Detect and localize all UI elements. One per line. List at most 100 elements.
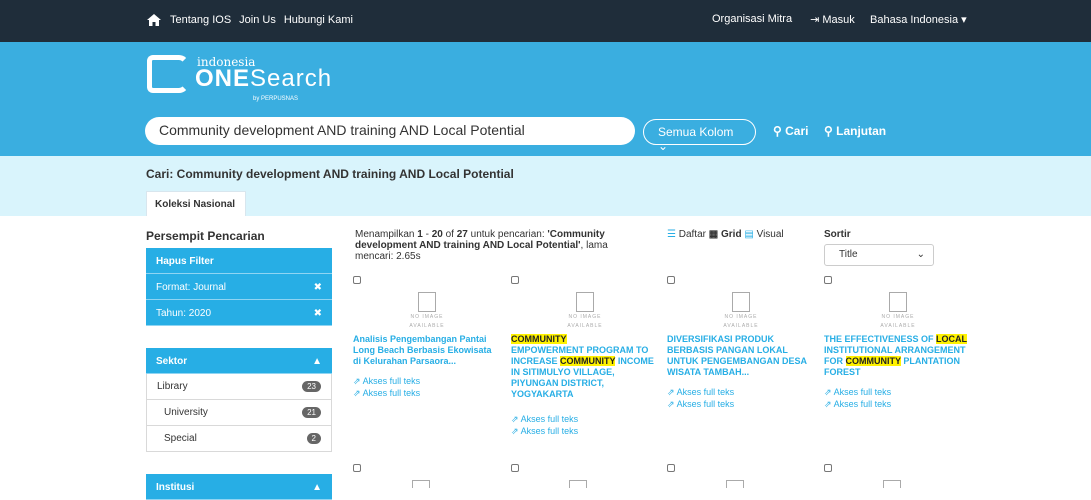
full-text-link[interactable]: ⇗ Akses full teks xyxy=(353,387,501,399)
select-checkbox[interactable] xyxy=(824,276,832,284)
result-card: NO IMAGE AVAILABLE Analisis Pengembangan … xyxy=(353,276,501,399)
clear-filter-button[interactable]: Hapus Filter xyxy=(146,248,332,274)
count-badge: 21 xyxy=(302,407,321,418)
result-card: NO IMAGE AVAILABLE THE EFFECTIVENESS OF L… xyxy=(824,276,972,410)
full-text-link[interactable]: ⇗ Akses full teks xyxy=(667,398,815,410)
grid-view-button[interactable]: ▦ Grid xyxy=(709,229,742,240)
sort-label: Sortir xyxy=(824,229,851,240)
query-title: Cari: Community development AND training… xyxy=(146,167,514,181)
sort-select-value: Title xyxy=(839,249,858,260)
logo-mark xyxy=(147,55,189,93)
tab-koleksi-nasional[interactable]: Koleksi Nasional xyxy=(146,191,246,216)
chevron-down-icon: ⌄ xyxy=(658,139,669,153)
no-image-placeholder: NO IMAGE AVAILABLE xyxy=(555,292,615,330)
visual-view-button[interactable]: ▤ Visual xyxy=(744,229,783,240)
count-badge: 23 xyxy=(302,381,321,392)
select-checkbox[interactable] xyxy=(667,464,675,472)
full-text-link[interactable]: ⇗ Akses full teks xyxy=(667,386,815,398)
external-link-icon: ⇗ xyxy=(824,387,832,397)
list-view-button[interactable]: ☰ Daftar xyxy=(667,229,706,240)
sidebar-heading: Persempit Pencarian xyxy=(146,229,265,243)
select-checkbox[interactable] xyxy=(511,464,519,472)
home-icon[interactable] xyxy=(146,13,162,27)
column-select[interactable]: Semua Kolom ⌄ xyxy=(643,119,756,153)
zoom-icon: ⚲ xyxy=(824,124,833,138)
login-icon: ⇥ xyxy=(810,14,820,26)
results-summary: Menampilkan 1 - 20 of 27 untuk pencarian… xyxy=(355,229,608,262)
no-image-placeholder: NO IMAGE AVAILABLE xyxy=(868,292,928,330)
login-link[interactable]: ⇥ Masuk xyxy=(810,13,855,26)
select-checkbox[interactable] xyxy=(353,464,361,472)
external-link-icon: ⇗ xyxy=(511,414,519,424)
login-label: Masuk xyxy=(822,14,855,26)
document-icon xyxy=(732,292,750,312)
advanced-search-button[interactable]: ⚲ Lanjutan xyxy=(824,124,886,138)
full-text-link[interactable]: ⇗ Akses full teks xyxy=(511,413,659,425)
facet-item-university[interactable]: University 21 xyxy=(146,400,332,426)
full-text-link[interactable]: ⇗ Akses full teks xyxy=(511,425,659,437)
logo-main-text: ONESearch xyxy=(195,65,333,92)
facet-title: Sektor xyxy=(156,356,188,367)
external-link-icon: ⇗ xyxy=(353,388,361,398)
result-title[interactable]: COMMUNITY EMPOWERMENT PROGRAM TO INCREASE… xyxy=(511,334,659,400)
site-logo[interactable]: indonesia ONESearch by PERPUSNAS xyxy=(147,53,337,105)
document-icon xyxy=(412,480,430,488)
search-button[interactable]: ⚲ Cari xyxy=(773,124,808,138)
facet-item-library[interactable]: Library 23 xyxy=(146,374,332,400)
links: ⇗ Akses full teks ⇗ Akses full teks xyxy=(824,386,972,410)
facet-title: Institusi xyxy=(156,482,195,493)
select-checkbox[interactable] xyxy=(667,276,675,284)
nav-link-partners[interactable]: Organisasi Mitra xyxy=(712,13,792,26)
links: ⇗ Akses full teks ⇗ Akses full teks xyxy=(667,386,815,410)
full-text-link[interactable]: ⇗ Akses full teks xyxy=(353,375,501,387)
full-text-link[interactable]: ⇗ Akses full teks xyxy=(824,398,972,410)
select-checkbox[interactable] xyxy=(824,464,832,472)
column-select-label: Semua Kolom xyxy=(658,125,734,139)
filter-item-year[interactable]: Tahun: 2020 ✖ xyxy=(146,300,332,326)
result-title[interactable]: Analisis Pengembangan Pantai Long Beach … xyxy=(353,334,501,367)
external-link-icon: ⇗ xyxy=(353,376,361,386)
select-checkbox[interactable] xyxy=(353,276,361,284)
remove-icon[interactable]: ✖ xyxy=(314,308,322,319)
advanced-search-label: Lanjutan xyxy=(836,124,887,138)
links: ⇗ Akses full teks ⇗ Akses full teks xyxy=(511,413,659,437)
search-input[interactable]: Community development AND training AND L… xyxy=(145,117,635,145)
caret-down-icon: ▾ xyxy=(961,14,967,26)
facet-header-institusi[interactable]: Institusi ▲ xyxy=(146,474,332,500)
facet-item-label: Special xyxy=(164,433,197,444)
facet-item-special[interactable]: Special 2 xyxy=(146,426,332,452)
filter-item-format[interactable]: Format: Journal ✖ xyxy=(146,274,332,300)
filter-label: Tahun: 2020 xyxy=(156,308,212,319)
clear-filter-label: Hapus Filter xyxy=(156,256,214,267)
collapse-icon: ▲ xyxy=(312,356,322,367)
result-title[interactable]: THE EFFECTIVENESS OF LOCAL INSTITUTIONAL… xyxy=(824,334,972,378)
remove-icon[interactable]: ✖ xyxy=(314,282,322,293)
language-dropdown[interactable]: Bahasa Indonesia ▾ xyxy=(870,13,967,26)
nav-link-join[interactable]: Join Us xyxy=(239,14,276,26)
count-badge: 2 xyxy=(306,433,321,444)
facet-item-label: Library xyxy=(157,381,188,392)
no-image-placeholder: NO IMAGE AVAILABLE xyxy=(711,292,771,330)
filter-sidebar: Persempit Pencarian Hapus Filter Format:… xyxy=(146,229,332,500)
result-card: NO IMAGE AVAILABLE COMMUNITY EMPOWERMENT P… xyxy=(511,276,659,437)
language-label: Bahasa Indonesia xyxy=(870,14,959,26)
facet-header-sektor[interactable]: Sektor ▲ xyxy=(146,348,332,374)
facet-item-label: University xyxy=(164,407,208,418)
select-checkbox[interactable] xyxy=(511,276,519,284)
document-icon xyxy=(889,292,907,312)
result-card: NO IMAGE AVAILABLE DIVERSIFIKASI PRODUK B… xyxy=(667,276,815,410)
sort-select[interactable]: Title ⌄ xyxy=(824,244,934,266)
no-image-placeholder: NO IMAGE AVAILABLE xyxy=(397,292,457,330)
result-title[interactable]: DIVERSIFIKASI PRODUK BERBASIS PANGAN LOK… xyxy=(667,334,815,378)
links: ⇗ Akses full teks ⇗ Akses full teks xyxy=(353,375,501,399)
document-icon xyxy=(418,292,436,312)
view-switcher: ☰ Daftar ▦ Grid ▤ Visual xyxy=(667,229,784,240)
external-link-icon: ⇗ xyxy=(667,399,675,409)
document-icon xyxy=(726,480,744,488)
search-icon: ⚲ xyxy=(773,124,782,138)
external-link-icon: ⇗ xyxy=(511,426,519,436)
search-button-label: Cari xyxy=(785,124,809,138)
nav-link-about[interactable]: Tentang IOS xyxy=(170,14,231,26)
nav-link-contact[interactable]: Hubungi Kami xyxy=(284,14,353,26)
full-text-link[interactable]: ⇗ Akses full teks xyxy=(824,386,972,398)
